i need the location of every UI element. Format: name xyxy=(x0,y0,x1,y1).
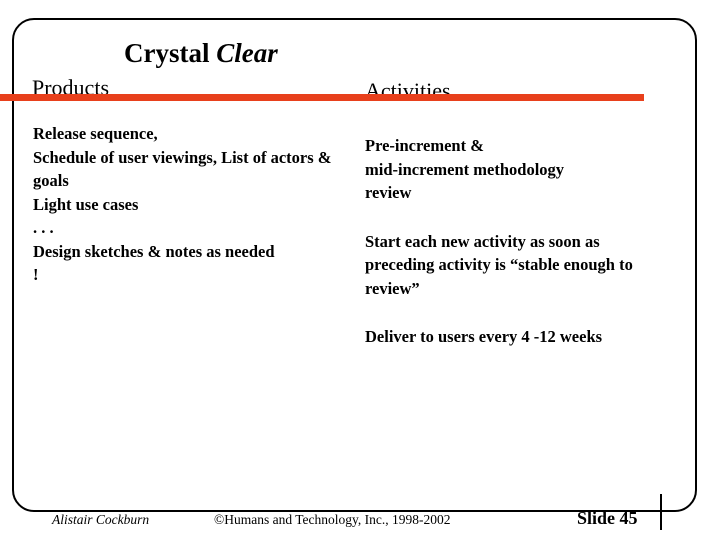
column-body-activities: Pre-increment & mid-increment methodolog… xyxy=(365,134,665,349)
footer-author: Alistair Cockburn xyxy=(52,512,150,527)
footer-tick-mark xyxy=(660,494,662,530)
slide-title-emphasis: Clear xyxy=(216,38,278,68)
accent-divider-rule xyxy=(0,94,644,101)
products-paragraph: Release sequence, Schedule of user viewi… xyxy=(33,124,332,284)
slide-title: Crystal Clear xyxy=(124,38,278,68)
activities-paragraph-start-activity: Start each new activity as soon as prece… xyxy=(365,231,633,298)
slide-canvas: Crystal Clear Products Activities Releas… xyxy=(0,0,720,540)
activities-paragraph-methodology-review: Pre-increment & mid-increment methodolog… xyxy=(365,136,565,202)
column-body-products: Release sequence, Schedule of user viewi… xyxy=(33,122,349,287)
activities-paragraph-deliver-cadence: Deliver to users every 4 -12 weeks xyxy=(365,327,603,346)
footer-slide-number: Slide 45 xyxy=(577,508,638,528)
footer-copyright: ©Humans and Technology, Inc., 1998-2002 xyxy=(214,512,451,527)
slide-title-main: Crystal xyxy=(124,38,210,68)
